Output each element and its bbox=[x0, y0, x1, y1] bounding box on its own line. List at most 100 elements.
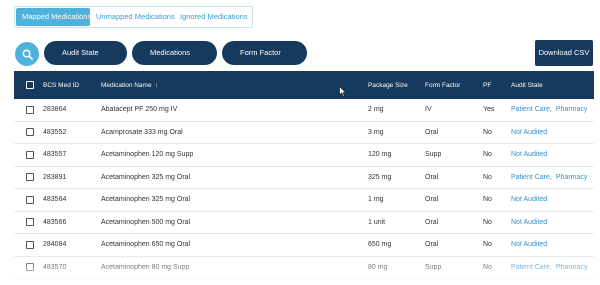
audit-state-link[interactable]: Not Audited bbox=[511, 241, 547, 248]
table-row[interactable]: 283891 Acetaminophen 325 mg Oral 325 mg Ora… bbox=[14, 167, 594, 189]
form-factor-cell: Oral bbox=[425, 173, 439, 181]
audit-state-cell: Not Audited bbox=[511, 129, 547, 136]
column-header-med-id[interactable]: BCS Med ID bbox=[43, 82, 79, 89]
audit-state-cell: Patient Care, Pharmacy bbox=[511, 106, 587, 113]
medication-name-cell: Acamprosate 333 mg Oral bbox=[101, 128, 183, 136]
table-row[interactable]: 483557 Acetaminophen 120 mg Supp 120 mg Sup… bbox=[14, 144, 594, 167]
med-id-cell: 483552 bbox=[43, 128, 67, 136]
package-size-cell: 1 unit bbox=[368, 218, 386, 226]
audit-state-filter[interactable]: Audit State bbox=[44, 41, 127, 65]
column-header-medication-name-label: Medication Name bbox=[101, 82, 152, 89]
pf-cell: No bbox=[483, 218, 492, 226]
med-id-cell: 283864 bbox=[43, 106, 67, 114]
sort-ascending-icon[interactable]: ↑ bbox=[155, 82, 158, 89]
column-header-audit-state[interactable]: Audit State bbox=[511, 82, 543, 89]
column-header-package-size[interactable]: Package Size bbox=[368, 82, 408, 89]
medication-name-cell: Acetaminophen 500 mg Oral bbox=[101, 218, 191, 226]
form-factor-cell: Oral bbox=[425, 196, 439, 204]
pf-cell: Yes bbox=[483, 106, 495, 114]
med-id-cell: 283891 bbox=[43, 173, 67, 181]
medication-name-cell: Acetaminophen 120 mg Supp bbox=[101, 151, 194, 159]
row-checkbox-cell bbox=[26, 128, 34, 137]
column-header-medication-name[interactable]: Medication Name ↑ bbox=[101, 82, 158, 89]
row-checkbox-cell bbox=[26, 240, 34, 249]
medication-name-cell: Abatacept PF 250 mg IV bbox=[101, 106, 178, 114]
audit-state-link[interactable]: Patient Care, bbox=[511, 106, 552, 113]
package-size-cell: 120 mg bbox=[368, 151, 392, 159]
med-id-cell: 483564 bbox=[43, 196, 67, 204]
pf-cell: No bbox=[483, 173, 492, 181]
form-factor-cell: Oral bbox=[425, 218, 439, 226]
row-checkbox-cell bbox=[26, 150, 34, 159]
mouse-cursor-icon bbox=[339, 86, 347, 97]
row-checkbox-cell bbox=[26, 105, 34, 114]
scroll-fade bbox=[0, 262, 600, 285]
select-all-checkbox-cell bbox=[26, 81, 34, 89]
row-checkbox[interactable] bbox=[26, 240, 34, 249]
medication-name-cell: Acetaminophen 650 mg Oral bbox=[101, 241, 191, 249]
pf-cell: No bbox=[483, 241, 492, 249]
download-csv-button[interactable]: Download CSV bbox=[535, 40, 593, 66]
pf-cell: No bbox=[483, 128, 492, 136]
audit-state-link[interactable]: Not Audited bbox=[511, 196, 547, 203]
audit-state-link[interactable]: Pharmacy bbox=[556, 174, 588, 181]
select-all-checkbox[interactable] bbox=[26, 81, 34, 89]
tab-unmapped-medications[interactable]: Unmapped Medications bbox=[90, 8, 175, 26]
package-size-cell: 2 mg bbox=[368, 106, 384, 114]
row-checkbox-cell bbox=[26, 173, 34, 182]
row-checkbox[interactable] bbox=[26, 195, 34, 204]
tab-ignored-medications[interactable]: Ignored Medications bbox=[174, 8, 248, 26]
med-id-cell: 284084 bbox=[43, 241, 67, 249]
table-row[interactable]: 284084 Acetaminophen 650 mg Oral 650 mg Ora… bbox=[14, 234, 594, 257]
package-size-cell: 1 mg bbox=[368, 196, 384, 204]
table-row[interactable]: 483566 Acetaminophen 500 mg Oral 1 unit Ora… bbox=[14, 212, 594, 234]
med-id-cell: 483566 bbox=[43, 218, 67, 226]
audit-state-link[interactable]: Not Audited bbox=[511, 219, 547, 226]
package-size-cell: 650 mg bbox=[368, 241, 392, 249]
table-row[interactable]: 483564 Acetaminophen 325 mg Oral 1 mg Oral N… bbox=[14, 189, 594, 212]
audit-state-cell: Not Audited bbox=[511, 219, 547, 226]
medications-filter-label: Medications bbox=[150, 48, 191, 57]
medication-name-cell: Acetaminophen 325 mg Oral bbox=[101, 196, 191, 204]
audit-state-link[interactable]: Patient Care, bbox=[511, 174, 552, 181]
package-size-cell: 325 mg bbox=[368, 173, 392, 181]
audit-state-filter-label: Audit State bbox=[62, 48, 99, 57]
column-header-form-factor[interactable]: Form Factor bbox=[425, 82, 460, 89]
table-row[interactable]: 483552 Acamprosate 333 mg Oral 3 mg Oral No N… bbox=[14, 122, 594, 144]
table-body: 283864 Abatacept PF 250 mg IV 2 mg IV Yes Pat… bbox=[14, 99, 594, 279]
form-factor-filter[interactable]: Form Factor bbox=[222, 41, 307, 65]
column-header-pf[interactable]: PF bbox=[483, 82, 491, 89]
search-icon bbox=[22, 49, 33, 60]
package-size-cell: 3 mg bbox=[368, 128, 384, 136]
row-checkbox[interactable] bbox=[26, 218, 34, 227]
audit-state-link[interactable]: Pharmacy bbox=[556, 106, 588, 113]
form-factor-cell: Oral bbox=[425, 128, 439, 136]
pf-cell: No bbox=[483, 196, 492, 204]
row-checkbox[interactable] bbox=[26, 128, 34, 137]
tab-group: Mapped Medications Unmapped Medications … bbox=[14, 6, 253, 28]
audit-state-cell: Not Audited bbox=[511, 196, 547, 203]
form-factor-cell: IV bbox=[425, 106, 432, 114]
audit-state-cell: Not Audited bbox=[511, 151, 547, 158]
audit-state-link[interactable]: Not Audited bbox=[511, 151, 547, 158]
audit-state-link[interactable]: Not Audited bbox=[511, 129, 547, 136]
audit-state-cell: Patient Care, Pharmacy bbox=[511, 174, 587, 181]
row-checkbox-cell bbox=[26, 218, 34, 227]
form-factor-cell: Supp bbox=[425, 151, 442, 159]
pf-cell: No bbox=[483, 151, 492, 159]
row-checkbox-cell bbox=[26, 195, 34, 204]
row-checkbox[interactable] bbox=[26, 173, 34, 182]
form-factor-cell: Oral bbox=[425, 241, 439, 249]
search-button[interactable] bbox=[15, 42, 39, 66]
medications-filter[interactable]: Medications bbox=[132, 41, 217, 65]
medication-name-cell: Acetaminophen 325 mg Oral bbox=[101, 173, 191, 181]
table-row[interactable]: 283864 Abatacept PF 250 mg IV 2 mg IV Yes Pat… bbox=[14, 99, 594, 122]
medications-table: BCS Med ID Medication Name ↑ Package Size… bbox=[14, 71, 594, 279]
row-checkbox[interactable] bbox=[26, 105, 34, 114]
audit-state-cell: Not Audited bbox=[511, 241, 547, 248]
form-factor-filter-label: Form Factor bbox=[240, 48, 281, 57]
med-id-cell: 483557 bbox=[43, 151, 67, 159]
table-header: BCS Med ID Medication Name ↑ Package Size… bbox=[14, 71, 594, 99]
tab-mapped-medications[interactable]: Mapped Medications bbox=[16, 8, 91, 26]
row-checkbox[interactable] bbox=[26, 150, 34, 159]
